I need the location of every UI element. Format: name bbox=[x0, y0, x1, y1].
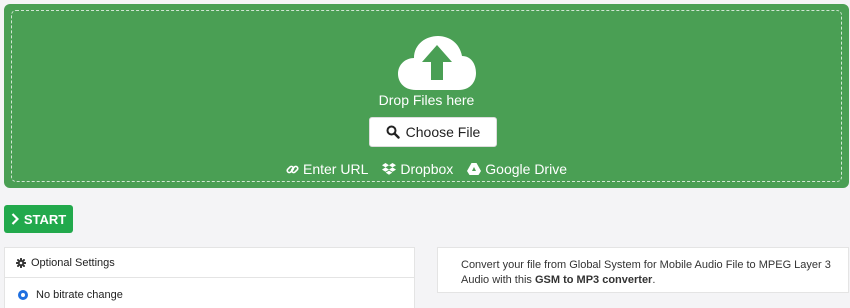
info-converter-name: GSM to MP3 converter bbox=[534, 274, 653, 286]
drop-files-label: Drop Files here bbox=[378, 92, 475, 108]
enter-url-link[interactable]: Enter URL bbox=[286, 161, 368, 177]
dropbox-link[interactable]: Dropbox bbox=[382, 161, 453, 177]
bitrate-radio[interactable] bbox=[18, 290, 28, 300]
google-drive-label: Google Drive bbox=[485, 161, 567, 177]
enter-url-label: Enter URL bbox=[303, 161, 369, 177]
upload-cloud-icon bbox=[398, 36, 476, 90]
bitrate-option-label: No bitrate change bbox=[36, 289, 123, 301]
dropzone-border: Drop Files here Choose File Enter URL Dr… bbox=[11, 10, 842, 182]
file-dropzone[interactable]: Drop Files here Choose File Enter URL Dr… bbox=[4, 4, 849, 188]
start-label: START bbox=[23, 211, 67, 227]
search-icon bbox=[386, 125, 400, 139]
start-button[interactable]: START bbox=[4, 205, 73, 233]
info-text-end: . bbox=[652, 274, 656, 286]
bitrate-option[interactable]: No bitrate change bbox=[5, 289, 414, 301]
optional-settings-panel: Optional Settings No bitrate change bbox=[4, 247, 415, 308]
link-icon bbox=[286, 165, 299, 173]
optional-settings-title: Optional Settings bbox=[31, 256, 115, 269]
converter-info-panel: Convert your file from Global System for… bbox=[437, 247, 849, 293]
chevron-right-icon bbox=[11, 213, 19, 225]
choose-file-label: Choose File bbox=[405, 124, 481, 140]
dropbox-label: Dropbox bbox=[400, 161, 454, 177]
google-drive-link[interactable]: Google Drive bbox=[467, 161, 567, 177]
google-drive-icon bbox=[467, 163, 482, 175]
optional-settings-header[interactable]: Optional Settings bbox=[5, 248, 414, 278]
gear-icon bbox=[16, 257, 26, 268]
dropbox-icon bbox=[382, 162, 397, 175]
upload-sources: Enter URL Dropbox Google Drive bbox=[12, 161, 841, 177]
choose-file-button[interactable]: Choose File bbox=[369, 117, 497, 147]
